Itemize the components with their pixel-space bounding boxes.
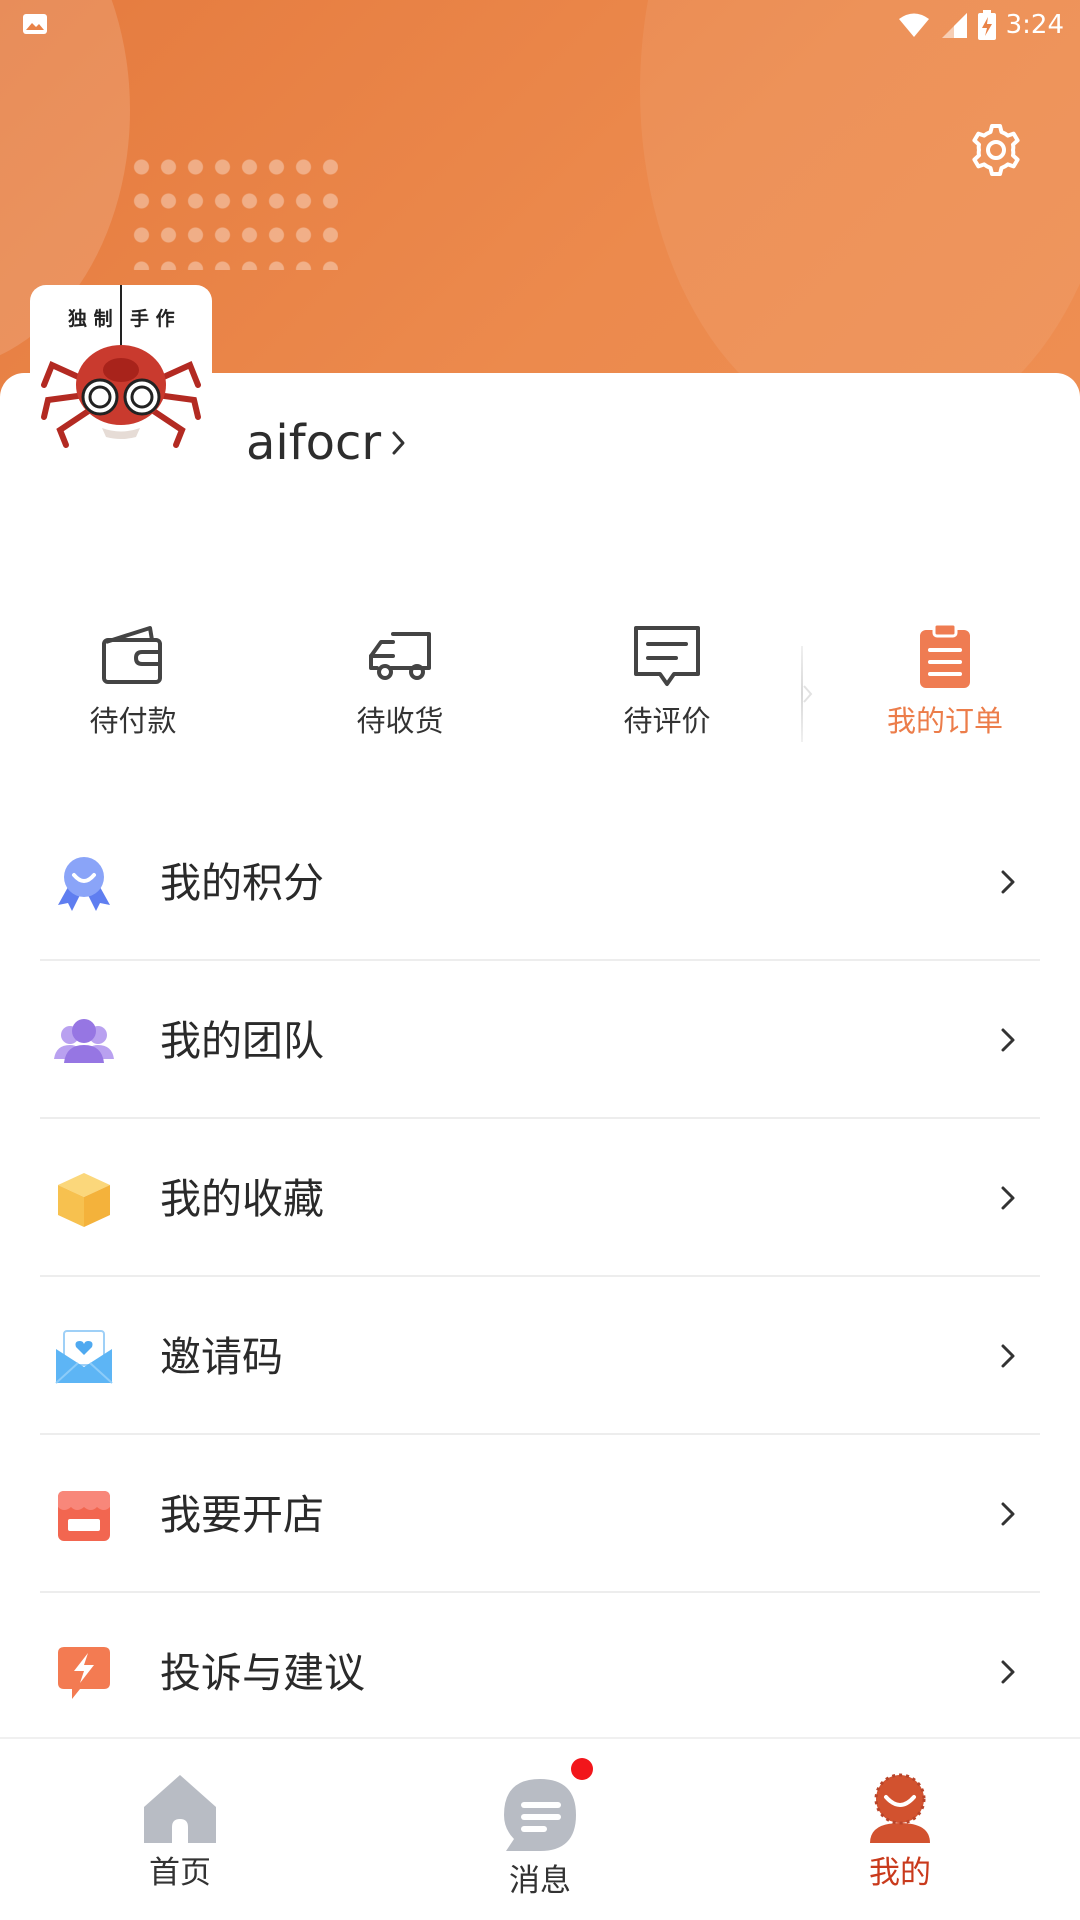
nav-label: 我的 bbox=[869, 1855, 931, 1891]
menu-item-points[interactable]: 我的积分 bbox=[0, 803, 1080, 961]
menu-label: 我的收藏 bbox=[160, 1175, 324, 1223]
order-pending-payment[interactable]: 待付款 bbox=[43, 610, 223, 760]
nav-messages[interactable]: 消息 bbox=[440, 1739, 640, 1920]
lightning-bubble-icon bbox=[58, 1647, 110, 1699]
wallet-icon bbox=[102, 626, 162, 684]
nav-label: 消息 bbox=[509, 1863, 571, 1899]
orders-row: 待付款 待收货 待评价 我的订单 bbox=[0, 610, 1080, 760]
menu-label: 投诉与建议 bbox=[160, 1649, 365, 1697]
home-icon bbox=[144, 1775, 216, 1843]
menu-item-open-shop[interactable]: 我要开店 bbox=[0, 1435, 1080, 1593]
my-orders-button[interactable]: 我的订单 bbox=[855, 610, 1035, 760]
profile-icon bbox=[870, 1773, 930, 1843]
profile-page: 3:24 独 制 手 作 aifocr 待付款 待收货 待评价 我的订单 我的积… bbox=[0, 0, 1080, 1920]
header-decor-dots bbox=[128, 150, 338, 270]
username-link[interactable]: aifocr bbox=[246, 413, 407, 473]
order-label: 待评价 bbox=[623, 704, 711, 738]
status-time: 3:24 bbox=[1005, 10, 1064, 40]
svg-text:独 制: 独 制 bbox=[68, 307, 113, 330]
gear-icon[interactable] bbox=[968, 122, 1024, 178]
nav-home[interactable]: 首页 bbox=[80, 1739, 280, 1920]
order-label: 待付款 bbox=[89, 704, 177, 738]
order-pending-review[interactable]: 待评价 bbox=[577, 610, 757, 760]
signal-icon bbox=[941, 13, 967, 38]
message-icon bbox=[504, 1779, 576, 1851]
battery-charging-icon bbox=[977, 10, 996, 40]
comment-icon bbox=[634, 626, 700, 686]
chevron-right-icon bbox=[1001, 1502, 1015, 1526]
avatar-logo: 独 制 手 作 bbox=[41, 285, 201, 448]
chevron-right-icon bbox=[803, 685, 813, 703]
menu-list: 我的积分 我的团队 我的收藏 邀请码 我要开店 投诉与建议 bbox=[0, 803, 1080, 1751]
shop-icon bbox=[58, 1491, 110, 1541]
chevron-right-icon bbox=[1001, 1028, 1015, 1052]
header-decor-circle-right bbox=[640, 0, 1080, 400]
menu-label: 我要开店 bbox=[160, 1491, 324, 1539]
username: aifocr bbox=[246, 415, 382, 471]
box-icon bbox=[58, 1173, 110, 1227]
clipboard-icon bbox=[920, 622, 970, 688]
order-label: 我的订单 bbox=[886, 704, 1003, 738]
svg-text:手 作: 手 作 bbox=[130, 307, 175, 330]
menu-label: 我的团队 bbox=[160, 1017, 324, 1065]
wifi-icon bbox=[898, 13, 929, 37]
envelope-heart-icon bbox=[55, 1330, 113, 1384]
menu-item-invite-code[interactable]: 邀请码 bbox=[0, 1277, 1080, 1435]
menu-label: 我的积分 bbox=[160, 859, 324, 907]
chevron-right-icon bbox=[1001, 870, 1015, 894]
order-label: 待收货 bbox=[356, 704, 444, 738]
image-icon bbox=[23, 14, 47, 34]
menu-item-team[interactable]: 我的团队 bbox=[0, 961, 1080, 1119]
menu-label: 邀请码 bbox=[160, 1333, 283, 1381]
nav-label: 首页 bbox=[149, 1855, 211, 1891]
menu-item-feedback[interactable]: 投诉与建议 bbox=[0, 1593, 1080, 1751]
truck-icon bbox=[369, 632, 431, 680]
bottom-nav: 首页 消息 我的 bbox=[0, 1737, 1080, 1920]
nav-profile[interactable]: 我的 bbox=[800, 1739, 1000, 1920]
chevron-right-icon bbox=[1001, 1344, 1015, 1368]
chevron-right-icon bbox=[1001, 1186, 1015, 1210]
team-icon bbox=[54, 1019, 114, 1063]
avatar[interactable]: 独 制 手 作 bbox=[30, 285, 212, 467]
medal-icon bbox=[58, 857, 110, 911]
message-badge bbox=[571, 1758, 593, 1780]
order-pending-receipt[interactable]: 待收货 bbox=[310, 610, 490, 760]
menu-item-favorites[interactable]: 我的收藏 bbox=[0, 1119, 1080, 1277]
chevron-right-icon bbox=[392, 431, 405, 455]
chevron-right-icon bbox=[1001, 1660, 1015, 1684]
status-bar: 3:24 bbox=[0, 0, 1080, 50]
